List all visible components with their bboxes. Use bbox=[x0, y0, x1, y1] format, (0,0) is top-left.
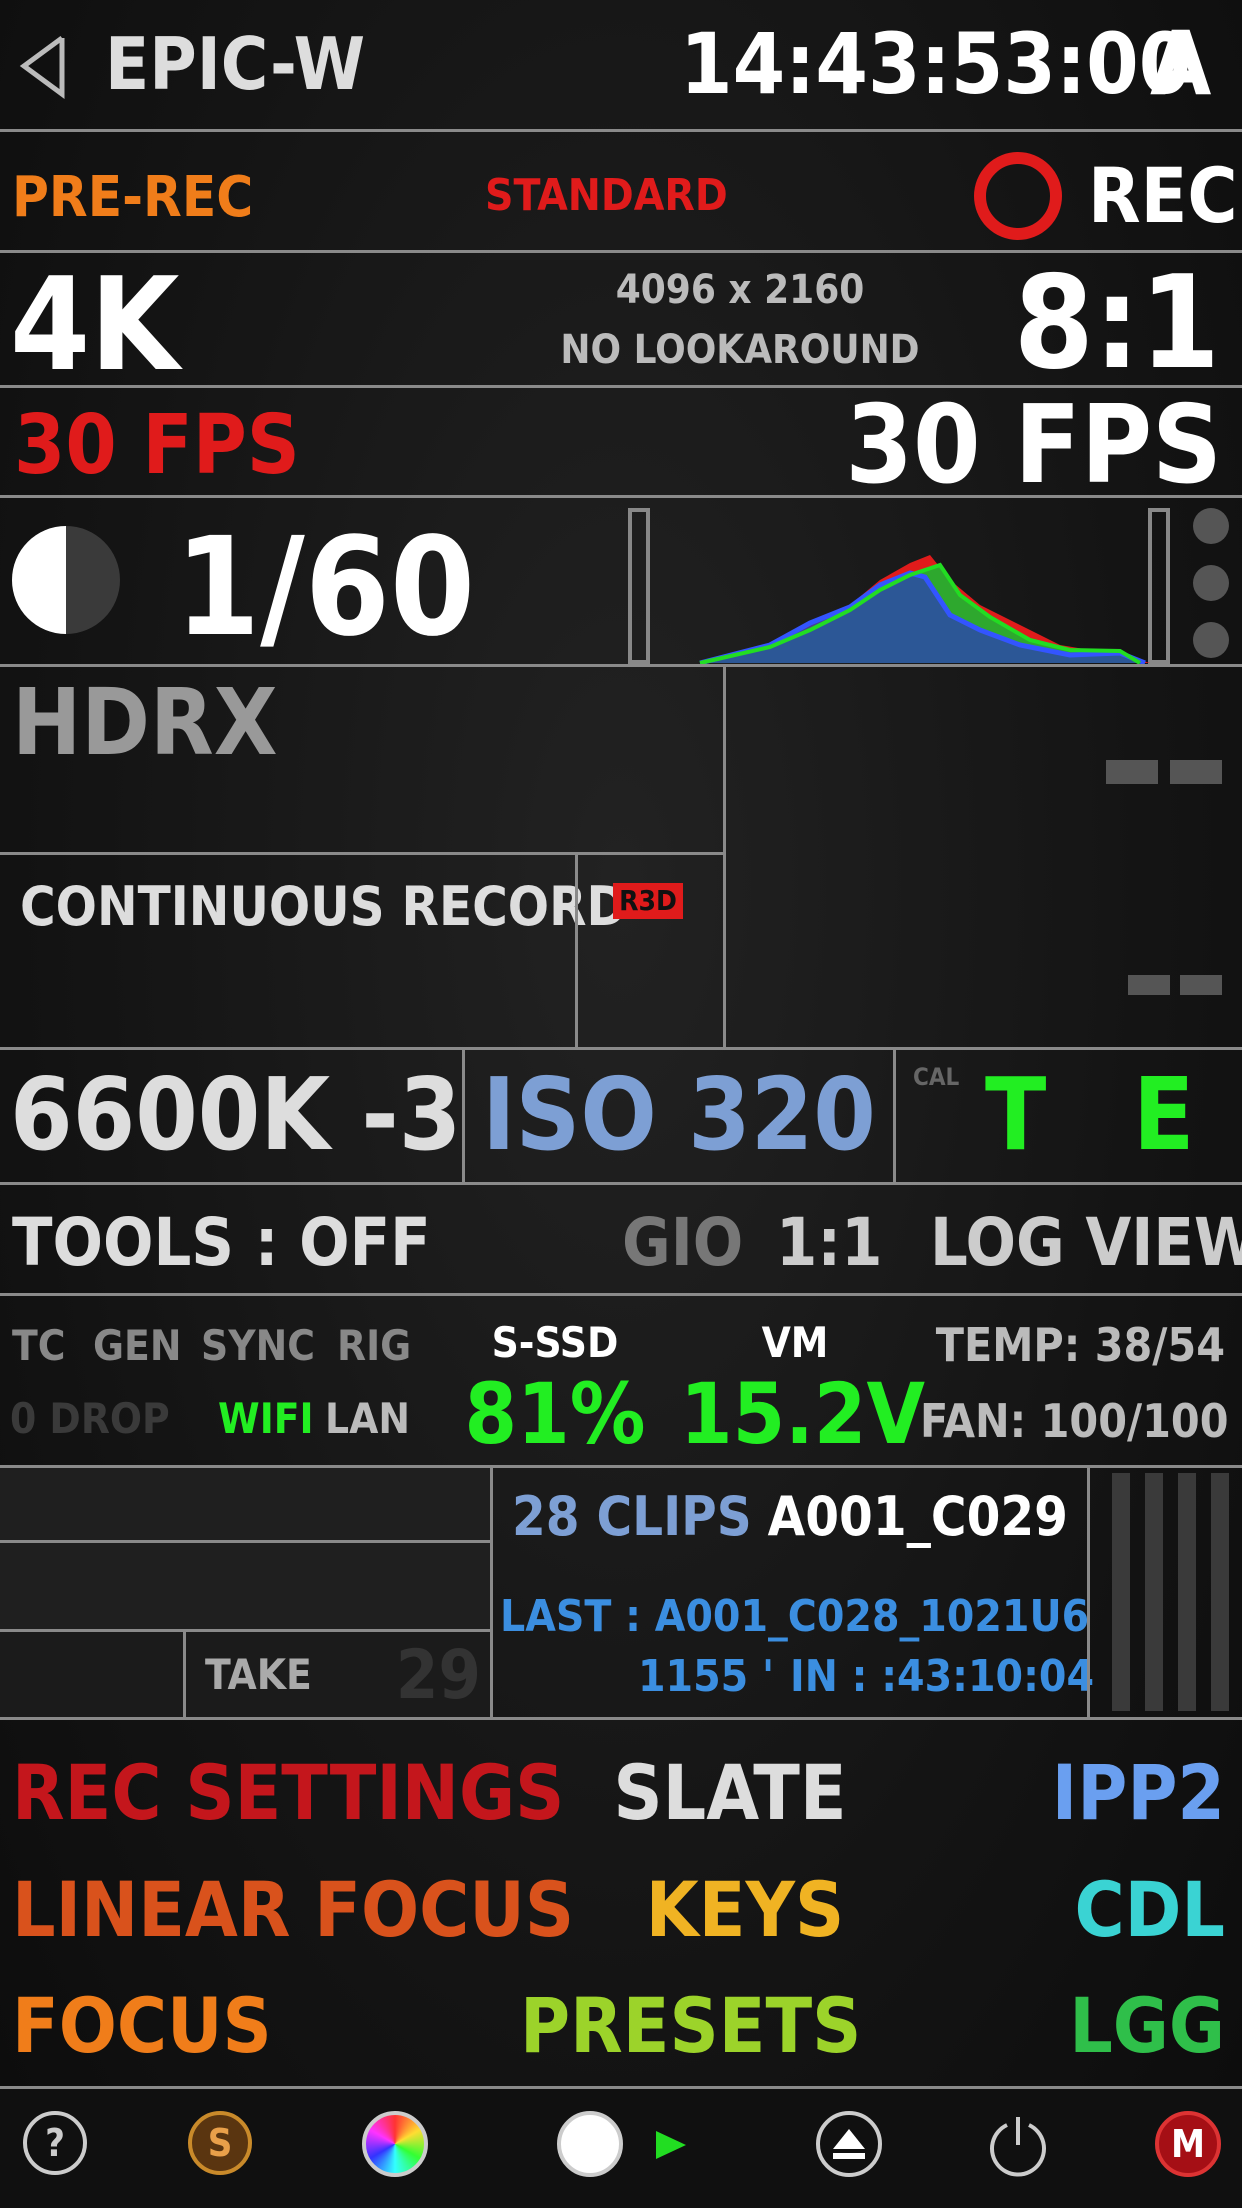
clip-count[interactable]: 28 CLIPS bbox=[512, 1490, 752, 1544]
temp-label[interactable]: TEMP: 38/54 bbox=[920, 1322, 1225, 1368]
rec-label: REC bbox=[1088, 151, 1238, 240]
histogram-icon bbox=[628, 508, 1170, 666]
record-fps[interactable]: 30 FPS bbox=[760, 392, 1222, 500]
resolution-dims: 4096 x 2160 bbox=[615, 267, 865, 313]
wifi-label[interactable]: WIFI bbox=[218, 1398, 314, 1440]
audio-meter-4 bbox=[1211, 1473, 1229, 1711]
hdrx-panel[interactable]: HDRX bbox=[0, 667, 723, 852]
project-fps[interactable]: 30 FPS bbox=[14, 405, 300, 487]
slate-field-1[interactable] bbox=[0, 1468, 490, 1540]
record-ring-icon bbox=[974, 152, 1062, 240]
shutter-value: 1/60 bbox=[175, 509, 476, 667]
e-indicator[interactable]: E bbox=[1133, 1065, 1194, 1165]
help-icon[interactable]: ? bbox=[23, 2111, 87, 2175]
histogram-dot-3[interactable] bbox=[1193, 622, 1229, 658]
record-dash-2 bbox=[1180, 975, 1222, 995]
prerec-label[interactable]: PRE-REC bbox=[12, 170, 253, 226]
m-icon[interactable]: M bbox=[1155, 2111, 1221, 2177]
slate-field-2[interactable] bbox=[0, 1543, 490, 1629]
tc-label[interactable]: TC bbox=[12, 1325, 66, 1367]
vm-value[interactable]: 15.2V bbox=[680, 1372, 925, 1456]
vm-label: VM bbox=[761, 1318, 829, 1367]
cal-letters: CAL bbox=[913, 1063, 960, 1091]
gio-label[interactable]: GIO bbox=[622, 1210, 743, 1276]
power-icon[interactable] bbox=[985, 2111, 1051, 2177]
gen-label[interactable]: GEN bbox=[93, 1325, 181, 1367]
menu-lgg[interactable]: LGG bbox=[960, 1988, 1225, 2064]
color-wheel-icon[interactable] bbox=[362, 2111, 428, 2177]
menu-focus[interactable]: FOCUS bbox=[12, 1988, 272, 2064]
menu-rec-settings[interactable]: REC SETTINGS bbox=[12, 1755, 564, 1831]
ssd-label: S-SSD bbox=[491, 1318, 619, 1367]
circle-icon[interactable] bbox=[557, 2111, 623, 2177]
take-number: 29 bbox=[395, 1636, 481, 1715]
eject-icon[interactable] bbox=[816, 2111, 882, 2177]
log-view-label[interactable]: LOG VIEW bbox=[930, 1210, 1242, 1276]
format-value[interactable]: 4K bbox=[10, 262, 179, 390]
menu-linear-focus[interactable]: LINEAR FOCUS bbox=[12, 1872, 574, 1948]
record-dash-1 bbox=[1128, 975, 1170, 995]
menu-keys[interactable]: KEYS bbox=[560, 1872, 930, 1948]
bottom-bar: ? S M bbox=[0, 2089, 1242, 2208]
audio-meters[interactable] bbox=[1112, 1473, 1232, 1711]
s-icon[interactable]: S bbox=[188, 2111, 252, 2175]
white-balance[interactable]: 6600K -3 bbox=[10, 1065, 461, 1165]
menu-slate[interactable]: SLATE bbox=[560, 1755, 900, 1831]
continuous-record-panel[interactable]: CONTINUOUS RECORD bbox=[0, 855, 627, 1049]
lan-label[interactable]: LAN bbox=[325, 1398, 410, 1440]
record-button[interactable]: REC bbox=[970, 150, 1238, 240]
hdrx-value-panel[interactable] bbox=[726, 667, 1242, 852]
slate-field-3[interactable] bbox=[0, 1632, 183, 1717]
take-field[interactable]: TAKE 29 bbox=[186, 1632, 490, 1717]
shutter-half-icon bbox=[12, 526, 120, 634]
compression-value[interactable]: 8:1 bbox=[960, 260, 1220, 388]
iso-value[interactable]: ISO 320 bbox=[465, 1065, 893, 1165]
histogram-dot-1[interactable] bbox=[1193, 508, 1229, 544]
back-arrow-icon bbox=[19, 35, 65, 99]
rig-label[interactable]: RIG bbox=[337, 1325, 411, 1367]
ssd-value[interactable]: 81% bbox=[460, 1372, 650, 1456]
r3d-badge: R3D bbox=[613, 883, 683, 919]
last-duration: 1155 ' bbox=[638, 1651, 775, 1702]
tools-label[interactable]: TOOLS : OFF bbox=[12, 1210, 431, 1276]
last-clip: LAST : A001_C028_1021U6 bbox=[500, 1591, 1090, 1642]
cal-label: CAL bbox=[913, 1063, 960, 1091]
hdrx-label: HDRX bbox=[12, 669, 278, 776]
slot-indicator: A bbox=[1150, 12, 1212, 115]
lookaround-label: NO LOOKAROUND bbox=[560, 327, 920, 373]
t-indicator[interactable]: T bbox=[985, 1065, 1046, 1165]
shutter-control[interactable]: 1/60 bbox=[10, 520, 475, 656]
ratio-label[interactable]: 1:1 bbox=[776, 1210, 882, 1276]
continuous-record-label: CONTINUOUS RECORD bbox=[20, 875, 627, 938]
last-in: IN : :43:10:04 bbox=[790, 1651, 1094, 1702]
play-icon[interactable] bbox=[650, 2125, 690, 2165]
menu-ipp2[interactable]: IPP2 bbox=[960, 1755, 1225, 1831]
current-clip[interactable]: A001_C029 bbox=[740, 1490, 1068, 1544]
back-button[interactable] bbox=[12, 26, 72, 106]
sync-label[interactable]: SYNC bbox=[201, 1325, 315, 1367]
audio-meter-2 bbox=[1145, 1473, 1163, 1711]
hdrx-dash-1 bbox=[1106, 760, 1158, 784]
menu-cdl[interactable]: CDL bbox=[960, 1872, 1225, 1948]
take-label: TAKE bbox=[205, 1650, 312, 1699]
hdrx-dash-2 bbox=[1170, 760, 1222, 784]
camera-name: EPIC-W bbox=[105, 22, 366, 106]
menu-presets[interactable]: PRESETS bbox=[520, 1988, 861, 2064]
mode-label[interactable]: STANDARD bbox=[485, 174, 728, 218]
histogram[interactable] bbox=[620, 505, 1180, 666]
record-value-panel[interactable] bbox=[726, 855, 1242, 1049]
histogram-dot-2[interactable] bbox=[1193, 565, 1229, 601]
fan-label[interactable]: FAN: 100/100 bbox=[920, 1398, 1229, 1444]
drop-label[interactable]: 0 DROP bbox=[10, 1398, 170, 1440]
audio-meter-1 bbox=[1112, 1473, 1130, 1711]
audio-meter-3 bbox=[1178, 1473, 1196, 1711]
timecode[interactable]: 14:43:53:00 bbox=[680, 22, 1191, 106]
